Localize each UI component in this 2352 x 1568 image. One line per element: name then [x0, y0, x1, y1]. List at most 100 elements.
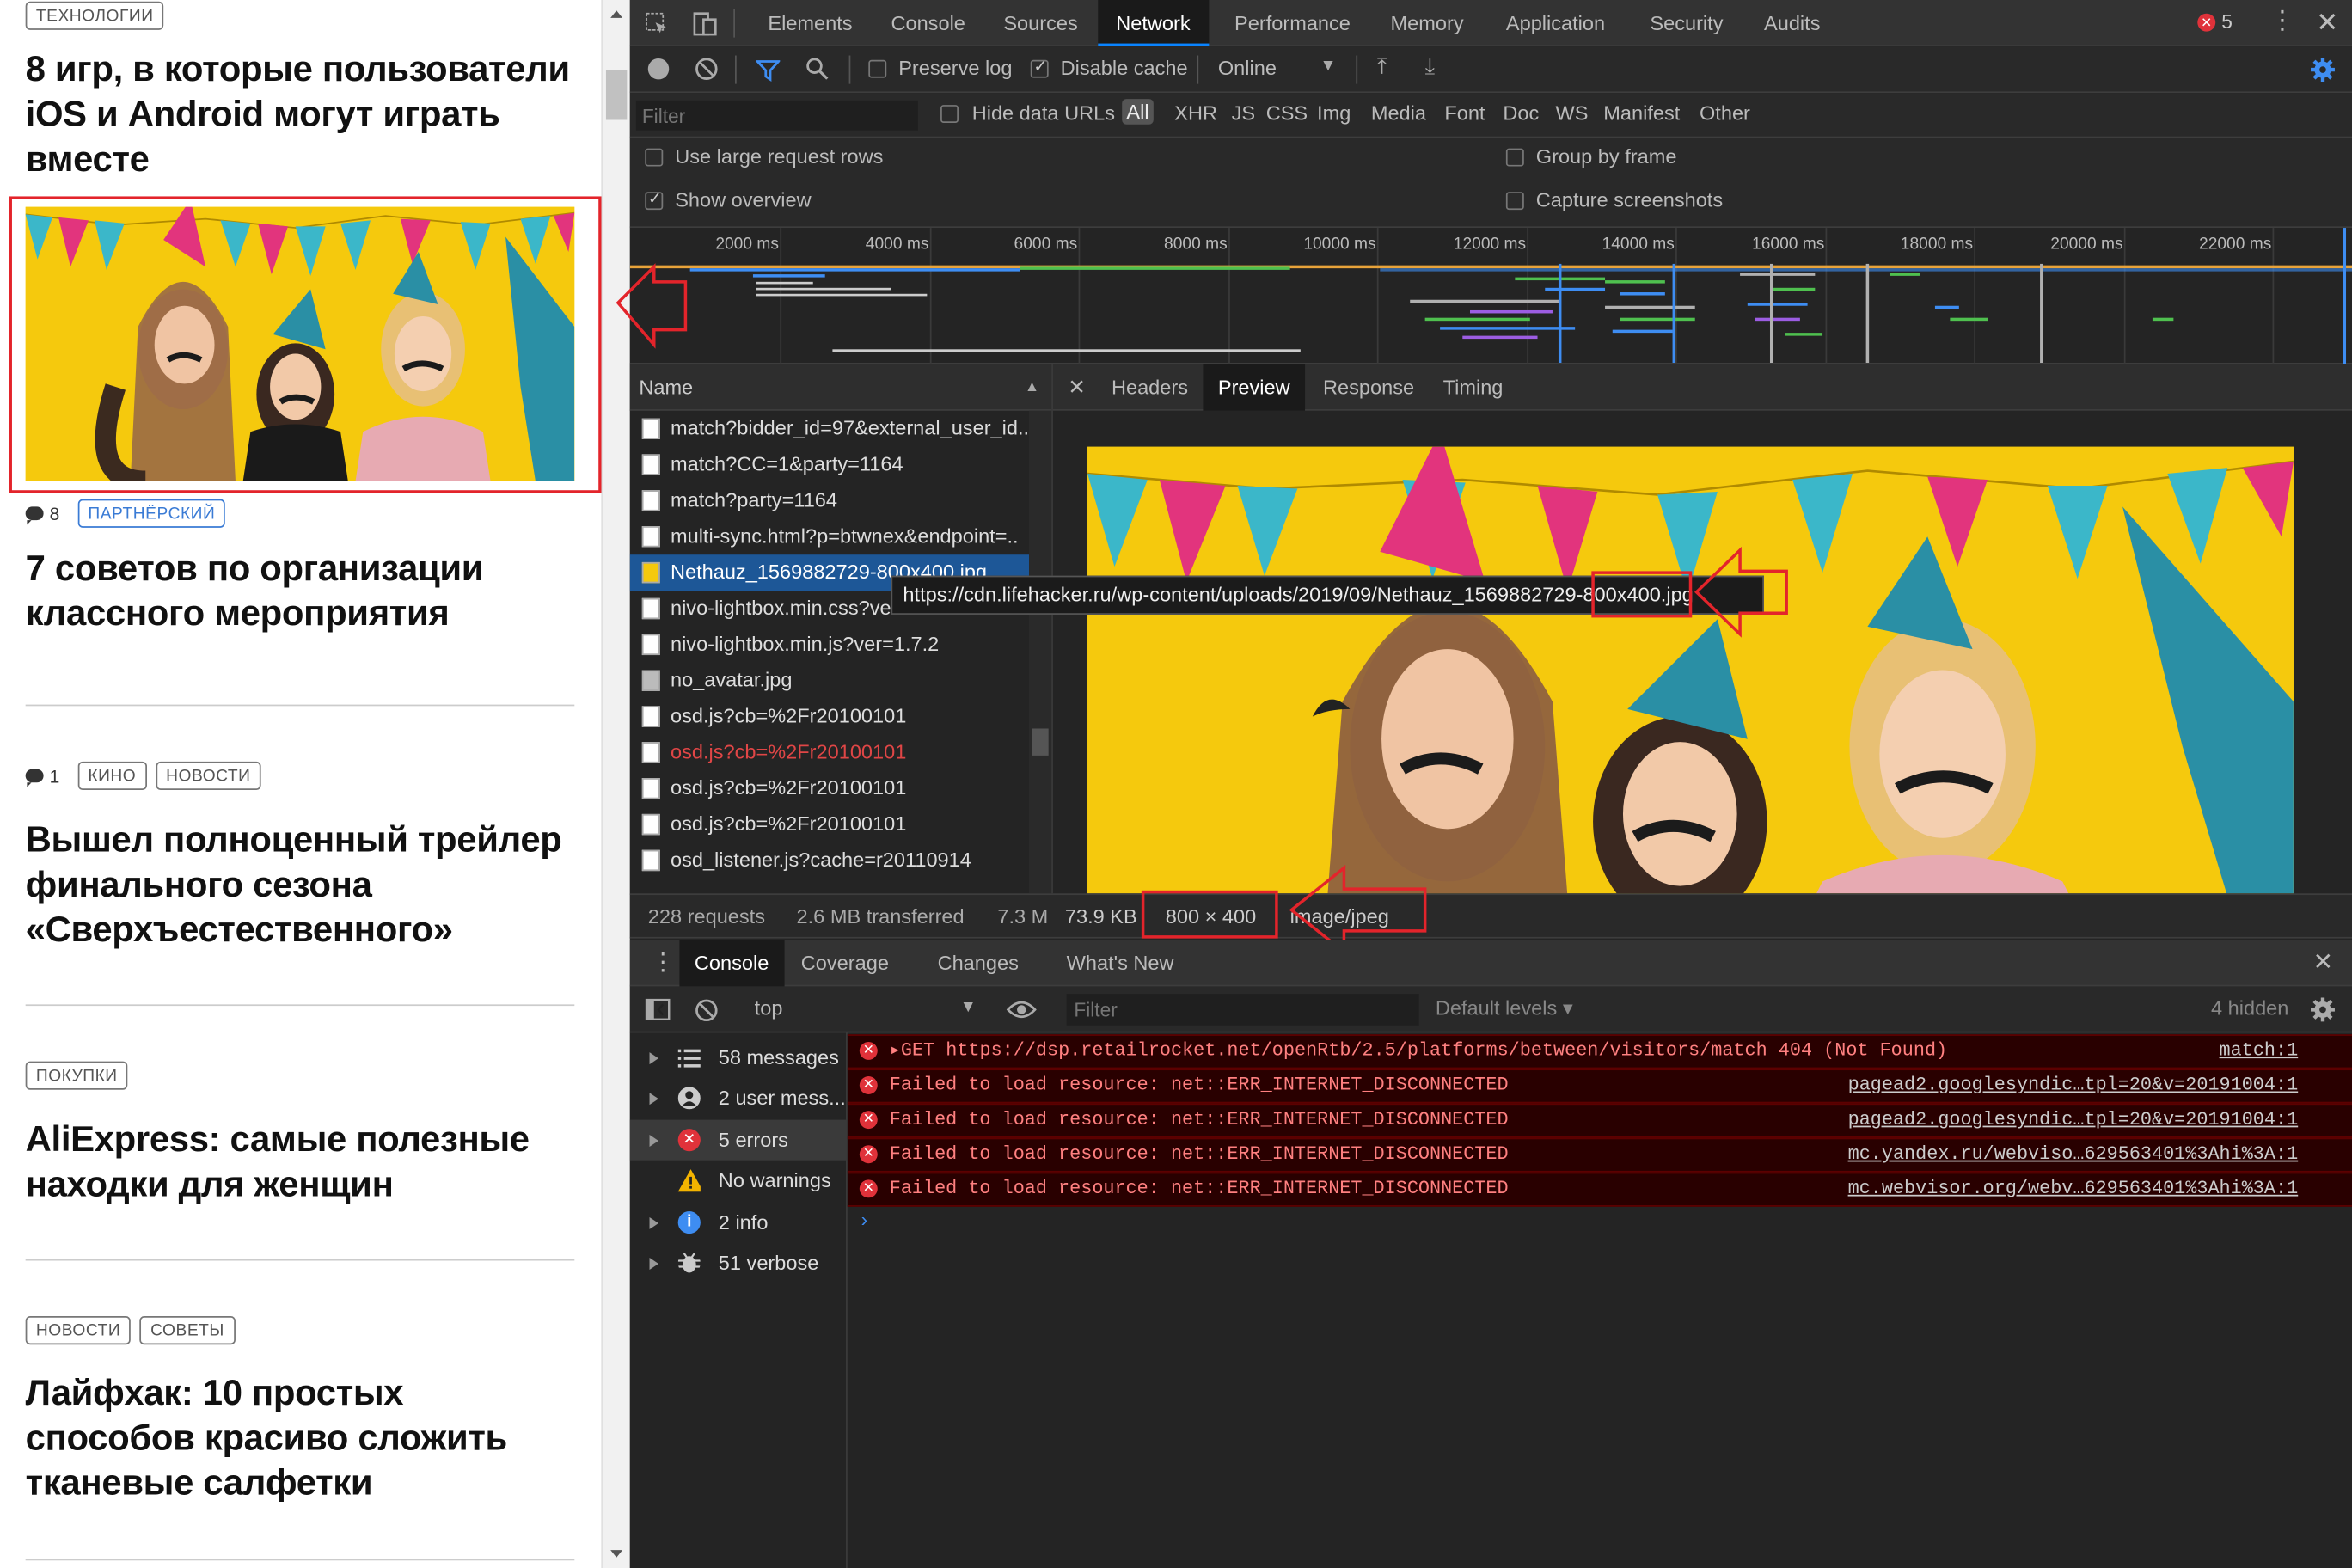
capture-screenshots-checkbox[interactable] [1505, 192, 1524, 211]
sidebar-item-verbose[interactable]: 51 verbose [630, 1243, 848, 1283]
tag-news[interactable]: НОВОСТИ [155, 761, 261, 790]
filter-type-js[interactable]: JS [1232, 102, 1256, 125]
scroll-thumb[interactable] [1032, 728, 1049, 756]
console-error-message[interactable]: ✕ Failed to load resource: net::ERR_INTER… [847, 1069, 2352, 1104]
eye-icon[interactable] [1006, 998, 1037, 1020]
hide-data-urls-checkbox[interactable] [940, 105, 959, 123]
article-5-title[interactable]: Лайфхак: 10 простых способов красиво сло… [26, 1372, 581, 1507]
article-3-title[interactable]: Вышел полноценный трейлер финального сез… [26, 818, 581, 953]
expand-arrow-icon[interactable] [649, 1135, 659, 1148]
filter-type-media[interactable]: Media [1371, 102, 1426, 125]
log-levels-select[interactable]: Default levels ▾ [1436, 997, 1573, 1021]
sidebar-item-warnings[interactable]: No warnings [630, 1161, 848, 1201]
tag-news[interactable]: НОВОСТИ [25, 1316, 132, 1345]
tab-memory[interactable]: Memory [1391, 0, 1464, 46]
tab-preview[interactable]: Preview [1203, 364, 1306, 411]
capture-screenshots-label[interactable]: Capture screenshots [1536, 189, 1723, 211]
source-link[interactable]: mc.webvisor.org/webv…629563401%3Ahi%3A:1 [1848, 1173, 2299, 1205]
network-settings-gear-icon[interactable] [2310, 57, 2336, 83]
show-overview-checkbox[interactable] [645, 189, 664, 211]
scroll-down-icon[interactable] [610, 1550, 623, 1558]
article-4-title[interactable]: AliExpress: самые полезные находки для ж… [26, 1118, 581, 1209]
large-rows-checkbox[interactable] [645, 148, 664, 167]
console-error-message[interactable]: ✕ Failed to load resource: net::ERR_INTER… [847, 1172, 2352, 1207]
drawer-tab-changes[interactable]: Changes [938, 940, 1019, 986]
close-detail-icon[interactable]: ✕ [1068, 364, 1085, 411]
sidebar-item-user-messages[interactable]: 2 user mess... [630, 1078, 848, 1118]
drawer-tab-console[interactable]: Console [679, 940, 784, 987]
expand-arrow-icon[interactable] [649, 1052, 659, 1065]
request-row[interactable]: match?bidder_id=97&external_user_id.. [630, 411, 1029, 447]
context-select[interactable]: top [755, 997, 783, 1020]
page-scrollbar[interactable] [601, 0, 630, 1568]
filter-type-manifest[interactable]: Manifest [1603, 102, 1680, 125]
console-filter-input[interactable] [1066, 994, 1419, 1026]
source-link[interactable]: match:1 [2220, 1036, 2299, 1068]
source-link[interactable]: mc.yandex.ru/webviso…629563401%3Ahi%3A:1 [1848, 1139, 2299, 1171]
console-settings-gear-icon[interactable] [2310, 997, 2336, 1023]
comment-count[interactable]: 8 [25, 503, 59, 525]
tag-technology[interactable]: ТЕХНОЛОГИИ [25, 1, 164, 30]
source-link[interactable]: pagead2.googlesyndic…tpl=20&v=20191004:1 [1848, 1105, 2299, 1136]
preserve-log-label[interactable]: Preserve log [898, 57, 1012, 79]
comment-count[interactable]: 1 [25, 765, 59, 787]
disable-cache-checkbox[interactable] [1030, 57, 1049, 78]
request-row[interactable]: osd.js?cb=%2Fr20100101 [630, 806, 1029, 842]
tab-sources[interactable]: Sources [1003, 0, 1077, 46]
show-sidebar-icon[interactable] [645, 998, 671, 1021]
group-by-frame-checkbox[interactable] [1505, 148, 1524, 167]
article-1-title[interactable]: 8 игр, в которые пользователи iOS и Andr… [26, 48, 581, 183]
request-list-scrollbar[interactable] [1029, 410, 1052, 894]
console-error-message[interactable]: ✕ Failed to load resource: net::ERR_INTER… [847, 1137, 2352, 1173]
large-rows-label[interactable]: Use large request rows [675, 145, 883, 168]
tab-audits[interactable]: Audits [1764, 0, 1820, 46]
tab-application[interactable]: Application [1506, 0, 1605, 46]
clear-icon[interactable] [695, 57, 719, 81]
filter-type-img[interactable]: Img [1317, 102, 1351, 125]
export-har-icon[interactable]: ⤓ [1425, 54, 1436, 80]
filter-type-ws[interactable]: WS [1555, 102, 1588, 125]
request-row[interactable]: match?CC=1&party=1164 [630, 447, 1029, 483]
device-toolbar-icon[interactable] [691, 10, 718, 37]
tag-shopping[interactable]: ПОКУПКИ [25, 1061, 128, 1090]
clear-console-icon[interactable] [695, 998, 719, 1022]
chevron-down-icon[interactable]: ▼ [1320, 57, 1337, 75]
tab-headers[interactable]: Headers [1112, 364, 1188, 411]
inspect-element-icon[interactable] [645, 12, 669, 36]
filter-type-font[interactable]: Font [1444, 102, 1485, 125]
sidebar-item-messages[interactable]: 58 messages [630, 1038, 848, 1078]
show-overview-label[interactable]: Show overview [675, 189, 811, 211]
chevron-down-icon[interactable]: ▼ [960, 998, 977, 1016]
request-row[interactable]: match?party=1164 [630, 483, 1029, 519]
request-row-failed[interactable]: osd.js?cb=%2Fr20100101 [630, 734, 1029, 770]
close-devtools-icon[interactable]: ✕ [2316, 8, 2338, 40]
error-count[interactable]: 5 [2221, 10, 2233, 33]
tab-security[interactable]: Security [1650, 0, 1723, 46]
name-column-header[interactable]: Name ▲ [629, 364, 1052, 411]
scroll-thumb[interactable] [605, 70, 628, 120]
tab-performance[interactable]: Performance [1234, 0, 1351, 46]
drawer-tab-whats-new[interactable]: What's New [1067, 940, 1174, 986]
tab-elements[interactable]: Elements [768, 0, 852, 46]
tab-timing[interactable]: Timing [1443, 364, 1504, 411]
request-row[interactable]: osd.js?cb=%2Fr20100101 [630, 770, 1029, 806]
expand-arrow-icon[interactable] [649, 1093, 659, 1106]
request-row[interactable]: multi-sync.html?p=btwnex&endpoint=.. [630, 518, 1029, 554]
request-row[interactable]: no_avatar.jpg [630, 663, 1029, 699]
network-overview-timeline[interactable]: 2000 ms 4000 ms 6000 ms 8000 ms 10000 ms… [616, 228, 2352, 364]
tag-cinema[interactable]: КИНО [77, 761, 147, 790]
expand-arrow-icon[interactable] [649, 1258, 659, 1270]
sidebar-item-errors[interactable]: ✕ 5 errors [629, 1119, 848, 1161]
close-drawer-icon[interactable]: ✕ [2313, 940, 2333, 986]
network-filter-input[interactable] [635, 100, 918, 131]
tab-console[interactable]: Console [891, 0, 965, 46]
hide-data-urls-label[interactable]: Hide data URLs [972, 102, 1115, 125]
filter-type-doc[interactable]: Doc [1503, 102, 1539, 125]
more-options-icon[interactable]: ⋮ [2269, 6, 2295, 36]
import-har-icon[interactable]: ⤒ [1377, 54, 1387, 80]
drawer-tab-coverage[interactable]: Coverage [801, 940, 889, 986]
console-error-message[interactable]: ✕ ▸GET https://dsp.retailrocket.net/openR… [847, 1034, 2352, 1069]
tag-partner[interactable]: ПАРТНЁРСКИЙ [77, 499, 226, 528]
drawer-menu-icon[interactable]: ⋮ [651, 940, 675, 986]
tag-tips[interactable]: СОВЕТЫ [139, 1316, 236, 1345]
